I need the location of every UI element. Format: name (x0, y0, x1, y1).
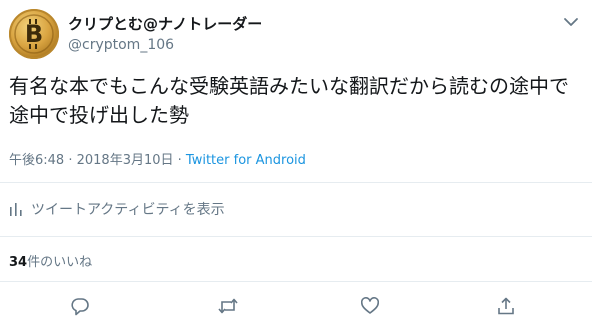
tweet-activity-link[interactable]: ツイートアクティビティを表示 (9, 199, 225, 219)
divider (0, 281, 592, 282)
reply-icon (71, 298, 89, 316)
retweet-icon (218, 298, 238, 314)
bitcoin-icon: B (14, 14, 54, 54)
tweet-text: 有名な本でもこんな受験英語みたいな翻訳だから読むの途中で途中で投げ出した勢 (9, 74, 569, 127)
tweet-time[interactable]: 午後6:48 (9, 153, 64, 168)
likes-summary[interactable]: 34件のいいね (9, 251, 92, 270)
tweet-activity-label: ツイートアクティビティを表示 (31, 202, 225, 218)
divider (0, 236, 592, 237)
retweet-button[interactable] (216, 294, 240, 318)
likes-count: 34 (9, 255, 28, 270)
svg-text:B: B (25, 20, 43, 48)
tweet-meta: 午後6:48 · 2018年3月10日 · Twitter for Androi… (9, 149, 306, 168)
meta-separator: · (173, 153, 186, 168)
tweet-source-link[interactable]: Twitter for Android (186, 153, 306, 168)
share-icon (498, 297, 514, 315)
chevron-down-icon[interactable] (562, 15, 580, 29)
avatar[interactable]: B (9, 9, 59, 59)
share-button[interactable] (494, 294, 518, 318)
meta-separator: · (64, 153, 77, 168)
user-handle[interactable]: @cryptom_106 (68, 37, 174, 53)
display-name[interactable]: クリプとむ@ナノトレーダー (68, 13, 262, 34)
heart-icon (360, 297, 380, 314)
bar-chart-icon (10, 203, 22, 216)
tweet-date[interactable]: 2018年3月10日 (77, 153, 174, 168)
likes-label: 件のいいね (27, 255, 93, 270)
like-button[interactable] (358, 294, 382, 318)
reply-button[interactable] (68, 294, 92, 318)
divider (0, 182, 592, 183)
